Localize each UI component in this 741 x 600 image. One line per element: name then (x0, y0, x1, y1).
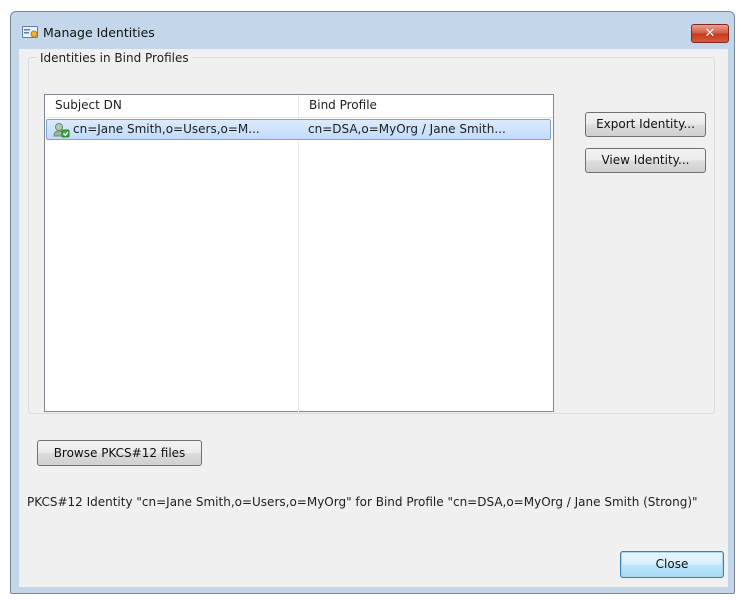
identities-list[interactable]: Subject DN Bind Profile cn=Jane Smith,o=… (44, 94, 554, 413)
title-bar[interactable]: Manage Identities ✕ (11, 12, 734, 43)
identities-group: Identities in Bind Profiles Subject DN B… (28, 51, 715, 414)
group-label: Identities in Bind Profiles (37, 51, 192, 65)
close-icon: ✕ (704, 26, 716, 41)
window-close-button[interactable]: ✕ (691, 24, 729, 43)
column-header-subject-dn[interactable]: Subject DN (45, 95, 298, 117)
column-header-bind-profile[interactable]: Bind Profile (299, 95, 551, 117)
cell-bind-profile: cn=DSA,o=MyOrg / Jane Smith... (308, 122, 506, 136)
export-identity-button[interactable]: Export Identity... (585, 112, 706, 137)
browse-pkcs12-button[interactable]: Browse PKCS#12 files (37, 440, 202, 466)
column-divider (298, 95, 299, 413)
window-title: Manage Identities (43, 25, 155, 40)
cell-subject-dn: cn=Jane Smith,o=Users,o=M... (73, 122, 260, 136)
status-message: PKCS#12 Identity "cn=Jane Smith,o=Users,… (27, 495, 698, 509)
dialog-client-area: Identities in Bind Profiles Subject DN B… (19, 49, 728, 587)
identities-app-icon (22, 26, 38, 38)
close-button[interactable]: Close (620, 551, 724, 578)
view-identity-button[interactable]: View Identity... (585, 148, 706, 173)
certificate-identity-icon (53, 123, 70, 138)
table-row[interactable]: cn=Jane Smith,o=Users,o=M... cn=DSA,o=My… (46, 119, 551, 140)
manage-identities-dialog: Manage Identities ✕ Identities in Bind P… (10, 11, 735, 594)
list-header: Subject DN Bind Profile (45, 95, 553, 118)
